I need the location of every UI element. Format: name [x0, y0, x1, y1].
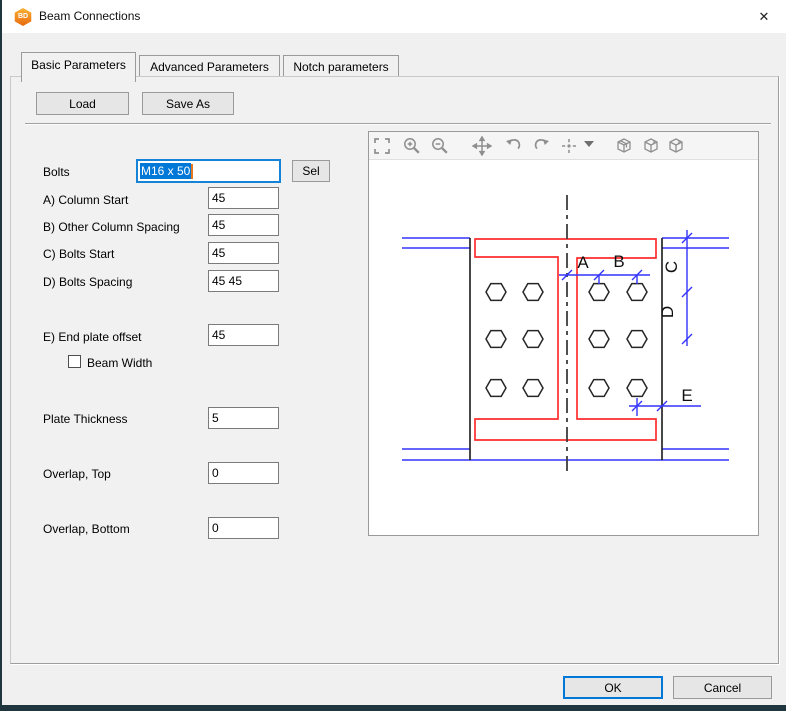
center-icon[interactable] — [559, 136, 579, 156]
overlap-top-input[interactable] — [208, 462, 279, 484]
zoom-out-icon[interactable] — [430, 136, 450, 156]
dim-label-e: E — [681, 386, 692, 405]
beam-width-label: Beam Width — [87, 356, 152, 370]
bolts-label: Bolts — [43, 165, 70, 179]
ok-button[interactable]: OK — [563, 676, 663, 699]
screen: BD Beam Connections ✕ Basic Parameters A… — [0, 0, 786, 711]
end-plate-offset-input[interactable] — [208, 324, 279, 346]
drawing-preview-panel: A B C D E — [368, 131, 759, 536]
tab-basic-parameters[interactable]: Basic Parameters — [21, 52, 136, 82]
bolts-spacing-input[interactable] — [208, 270, 279, 292]
column-face-lines — [470, 238, 662, 460]
pan-icon[interactable] — [472, 136, 492, 156]
rotate-ccw-icon[interactable] — [504, 136, 524, 156]
view-block-1-icon[interactable] — [614, 136, 634, 156]
column-start-label: A) Column Start — [43, 193, 128, 207]
zoom-in-icon[interactable] — [402, 136, 422, 156]
tab-page-basic: Load Save As Bolts M16 x 50 Sel A) Colum… — [10, 76, 779, 664]
dim-label-c: C — [662, 261, 681, 273]
overlap-top-label: Overlap, Top — [43, 467, 111, 481]
overlap-bottom-label: Overlap, Bottom — [43, 522, 130, 536]
title-bar: BD Beam Connections ✕ — [2, 0, 786, 33]
sel-button[interactable]: Sel — [292, 160, 330, 182]
dim-label-a: A — [577, 253, 589, 272]
plate-thickness-input[interactable] — [208, 407, 279, 429]
bolts-input[interactable]: M16 x 50 — [136, 159, 281, 183]
view-block-3-icon[interactable] — [666, 136, 686, 156]
save-as-button[interactable]: Save As — [142, 92, 234, 115]
bolts-selected-text: M16 x 50 — [140, 163, 191, 179]
dropdown-caret-icon[interactable] — [583, 140, 603, 160]
beam-connection-drawing: A B C D E — [369, 160, 758, 535]
end-plate-offset-label: E) End plate offset — [43, 330, 142, 344]
drawing-canvas[interactable]: A B C D E — [369, 160, 758, 535]
column-start-input[interactable] — [208, 187, 279, 209]
plate-thickness-label: Plate Thickness — [43, 412, 128, 426]
bolts-start-label: C) Bolts Start — [43, 247, 114, 261]
bolts-spacing-label: D) Bolts Spacing — [43, 275, 132, 289]
beam-connections-dialog: BD Beam Connections ✕ Basic Parameters A… — [2, 0, 786, 705]
app-icon: BD — [14, 8, 32, 26]
beam-width-checkbox[interactable] — [68, 355, 81, 368]
preview-toolbar — [369, 132, 758, 160]
text-caret — [191, 164, 193, 179]
dim-label-b: B — [613, 252, 624, 271]
rotate-cw-icon[interactable] — [531, 136, 551, 156]
window-title: Beam Connections — [39, 9, 140, 23]
close-icon[interactable]: ✕ — [754, 7, 774, 27]
zoom-extents-icon[interactable] — [372, 136, 392, 156]
other-column-spacing-input[interactable] — [208, 214, 279, 236]
dim-label-d: D — [658, 306, 677, 318]
overlap-bottom-input[interactable] — [208, 517, 279, 539]
load-button[interactable]: Load — [36, 92, 129, 115]
view-block-2-icon[interactable] — [641, 136, 661, 156]
cancel-button[interactable]: Cancel — [673, 676, 772, 699]
separator — [25, 123, 771, 125]
other-column-spacing-label: B) Other Column Spacing — [43, 220, 180, 234]
bolts-start-input[interactable] — [208, 242, 279, 264]
